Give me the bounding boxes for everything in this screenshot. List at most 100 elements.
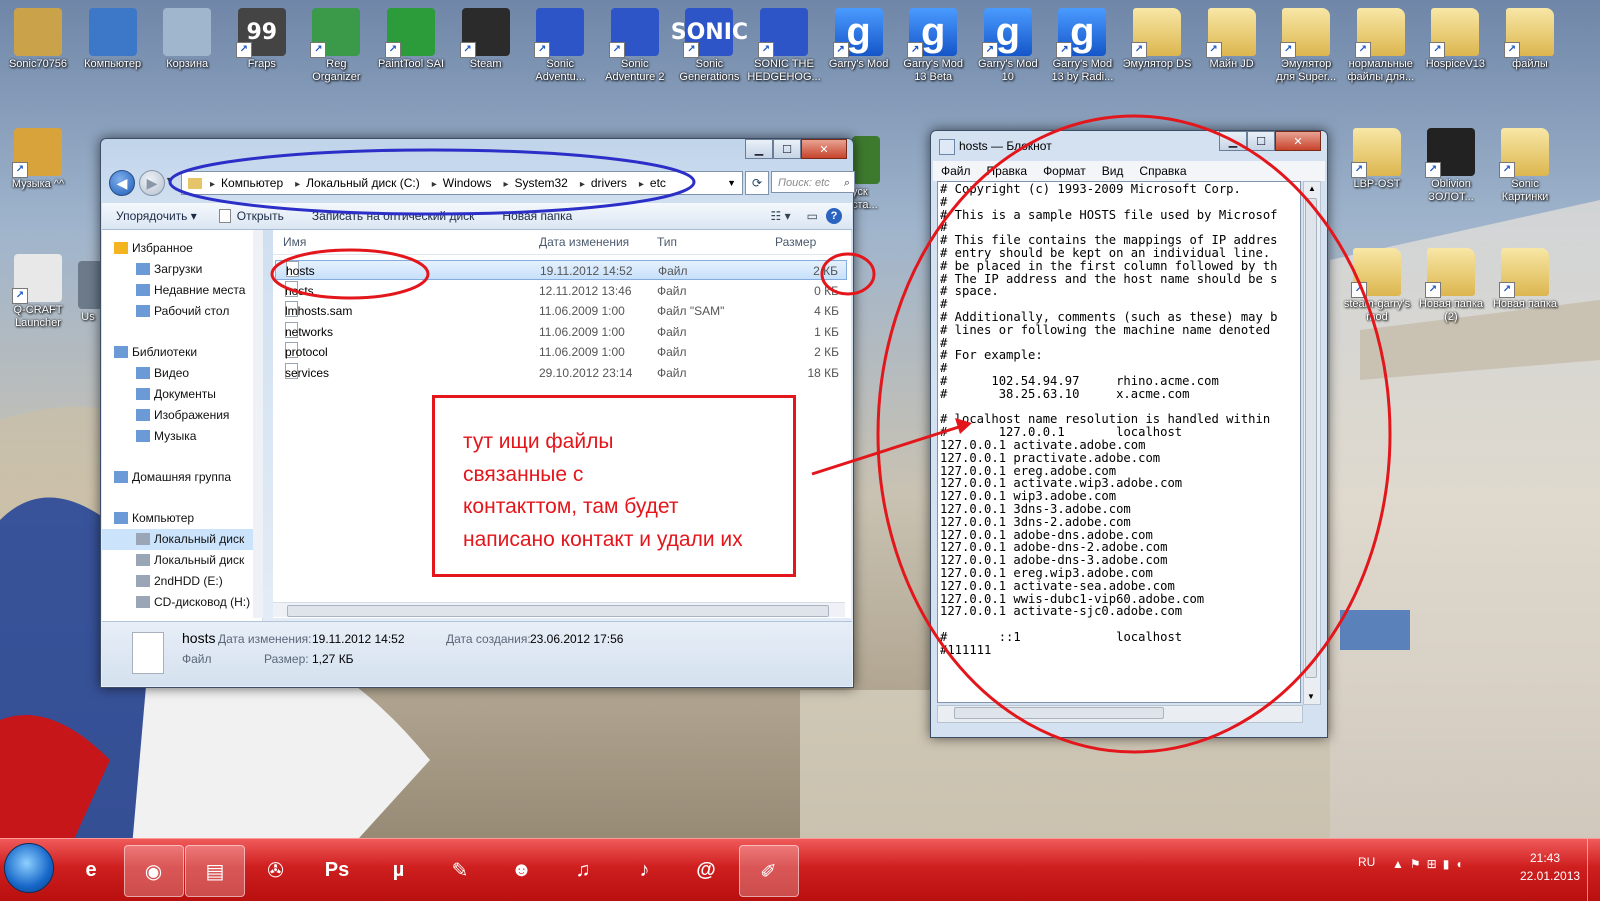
open-button[interactable]: Открыть	[231, 209, 298, 223]
nav-item[interactable]: 2ndHDD (E:)	[102, 571, 262, 592]
media-icon[interactable]: ✇	[247, 845, 305, 895]
navigation-pane-scrollbar[interactable]	[253, 230, 263, 618]
desktop-icon[interactable]: ↗ нормальные файлы для...	[1344, 2, 1418, 84]
desktop-icon[interactable]: g ↗ Garry's Mod	[822, 2, 896, 71]
desktop-icon[interactable]: Корзина	[150, 2, 224, 71]
desktop-icon[interactable]: ↗ Майн JD	[1195, 2, 1269, 71]
menu-item[interactable]: Справка	[1131, 164, 1194, 178]
desktop-icon[interactable]: ↗ Sonic Adventu...	[523, 2, 597, 84]
desktop-icon[interactable]: ↗ файлы	[1493, 2, 1567, 71]
address-bar[interactable]: КомпьютерЛокальный диск (C:)WindowsSyste…	[181, 171, 743, 195]
breadcrumb-item[interactable]: System32	[497, 176, 573, 190]
file-row[interactable]: hosts 12.11.2012 13:46 Файл 0 КБ	[275, 280, 847, 301]
menu-item[interactable]: Формат	[1035, 164, 1094, 178]
desktop-icon[interactable]: ↗ Музыка ^^	[1, 122, 75, 191]
clock-date[interactable]: 22.01.2013	[1520, 869, 1580, 883]
desktop-icon[interactable]: ↗ Эмулятор DS	[1120, 2, 1194, 71]
desktop-icon[interactable]: ↗ PaintTool SAI	[374, 2, 448, 71]
nav-item[interactable]: Документы	[102, 384, 262, 405]
notepad-window[interactable]: hosts — Блокнот ▁ ☐ ✕ Файл Правка Формат Ви…	[930, 130, 1328, 738]
desktop-icon[interactable]: ↗ steam-garry's mod	[1340, 242, 1414, 324]
close-button[interactable]: ✕	[801, 139, 847, 159]
desktop-icon[interactable]: ↗ SONIC THE HEDGEHOG...	[747, 2, 821, 84]
miku-icon[interactable]: ♪	[616, 845, 674, 895]
desktop-icon[interactable]: 99 ↗ Fraps	[225, 2, 299, 71]
explorer-icon[interactable]: ▤	[185, 845, 245, 897]
forward-button[interactable]: ▶	[139, 170, 165, 196]
desktop-icon[interactable]: g ↗ Garry's Mod 13 by Radi...	[1045, 2, 1119, 84]
horizontal-scrollbar[interactable]	[937, 705, 1303, 723]
desktop-icon[interactable]: ↗ Sonic Adventure 2	[598, 2, 672, 84]
file-row[interactable]: protocol 11.06.2009 1:00 Файл 2 КБ	[275, 342, 847, 362]
photoshop-icon[interactable]: Ps	[308, 845, 366, 895]
desktop-icon[interactable]: ↗ Reg Organizer	[299, 2, 373, 84]
maximize-button[interactable]: ☐	[773, 139, 801, 159]
back-button[interactable]: ◀	[109, 170, 135, 196]
desktop-icon[interactable]: g ↗ Garry's Mod 13 Beta	[896, 2, 970, 84]
vertical-scrollbar[interactable]: ▲ ▼	[1303, 181, 1321, 705]
nav-item[interactable]: Загрузки	[102, 259, 262, 280]
menu-item[interactable]: Файл	[933, 164, 979, 178]
desktop-icon[interactable]: g ↗ Garry's Mod 10	[971, 2, 1045, 84]
file-row[interactable]: services 29.10.2012 23:14 Файл 18 КБ	[275, 363, 847, 383]
desktop-icon[interactable]: ↗ Oblivion ЗОЛОТ...	[1414, 122, 1488, 204]
desktop-icon[interactable]: ↗ Q-CRAFT Launcher	[1, 248, 75, 330]
nav-item[interactable]: Компьютер	[102, 508, 262, 529]
nav-item[interactable]: CD-дисковод (H:)	[102, 592, 262, 613]
nav-item[interactable]: Библиотеки	[102, 342, 262, 363]
ie-icon[interactable]: e	[62, 845, 120, 895]
nav-item[interactable]: Изображения	[102, 405, 262, 426]
recent-pages-chevron-icon[interactable]: ▼	[165, 175, 174, 185]
notepad-icon[interactable]: ✐	[738, 845, 799, 897]
nav-item[interactable]: Локальный диск	[102, 550, 262, 571]
preview-pane-icon[interactable]: ▭	[799, 209, 826, 223]
language-indicator[interactable]: RU	[1358, 855, 1375, 869]
minimize-button[interactable]: ▁	[1219, 131, 1247, 151]
desktop-icon[interactable]: ↗ Новая папка (2)	[1414, 242, 1488, 324]
scrollbar-thumb[interactable]	[1305, 198, 1317, 678]
breadcrumb-item[interactable]: drivers	[574, 176, 633, 190]
scrollbar-thumb[interactable]	[287, 605, 829, 617]
start-button[interactable]	[4, 843, 54, 893]
show-desktop-button[interactable]	[1587, 839, 1600, 901]
nav-item[interactable]: Локальный диск	[102, 529, 262, 550]
burn-button[interactable]: Записать на оптический диск	[298, 209, 489, 223]
column-type[interactable]: Тип	[657, 230, 677, 254]
desktop-icon[interactable]: ↗ HospiceV13	[1418, 2, 1492, 71]
column-date-modified[interactable]: Дата изменения	[539, 230, 629, 254]
nav-item[interactable]: Видео	[102, 363, 262, 384]
breadcrumb-item[interactable]: Локальный диск (C:)	[289, 176, 426, 190]
clock-time[interactable]: 21:43	[1530, 851, 1560, 865]
desktop-icon[interactable]: ↗ Новая папка	[1488, 242, 1562, 311]
nav-item[interactable]: Избранное	[102, 238, 262, 259]
organize-button[interactable]: Упорядочить ▾	[102, 209, 211, 223]
minimize-button[interactable]: ▁	[745, 139, 773, 159]
new-folder-button[interactable]: Новая папка	[488, 209, 586, 223]
column-name[interactable]: Имя	[283, 230, 306, 254]
nav-item[interactable]: Рабочий стол	[102, 301, 262, 322]
horizontal-scrollbar[interactable]	[273, 602, 845, 617]
desktop-icon-partial[interactable]: уск ста...	[852, 130, 902, 212]
desktop-icon[interactable]: Sonic70756	[1, 2, 75, 71]
breadcrumb-item[interactable]: etc	[633, 176, 672, 190]
text-editor[interactable]: # Copyright (c) 1993-2009 Microsoft Corp…	[937, 181, 1301, 703]
desktop-icon[interactable]: ↗ Steam	[449, 2, 523, 71]
paint-icon[interactable]: ✎	[431, 845, 489, 895]
address-dropdown-icon[interactable]: ▼	[727, 178, 736, 188]
scroll-down-icon[interactable]: ▼	[1304, 690, 1318, 704]
nav-item[interactable]: Недавние места	[102, 280, 262, 301]
file-row[interactable]: lmhosts.sam 11.06.2009 1:00 Файл "SAM" 4 КБ	[275, 301, 847, 321]
menu-item[interactable]: Правка	[979, 164, 1036, 178]
desktop-icon[interactable]: Компьютер	[76, 2, 150, 71]
search-input[interactable]: Поиск: etc ⌕	[771, 171, 855, 193]
file-row[interactable]: hosts 19.11.2012 14:52 Файл 2 КБ	[275, 260, 847, 280]
nav-item[interactable]: Домашняя группа	[102, 467, 262, 488]
maximize-button[interactable]: ☐	[1247, 131, 1275, 151]
desktop-icon[interactable]: ↗ LBP-OST	[1340, 122, 1414, 191]
nav-item[interactable]: Музыка	[102, 426, 262, 447]
utorrent-icon[interactable]: µ	[370, 845, 428, 895]
desktop-icon[interactable]: ↗ Эмулятор для Super...	[1269, 2, 1343, 84]
breadcrumb-item[interactable]: Компьютер	[204, 176, 289, 190]
itunes-icon[interactable]: ♫	[554, 845, 612, 895]
close-button[interactable]: ✕	[1275, 131, 1321, 151]
